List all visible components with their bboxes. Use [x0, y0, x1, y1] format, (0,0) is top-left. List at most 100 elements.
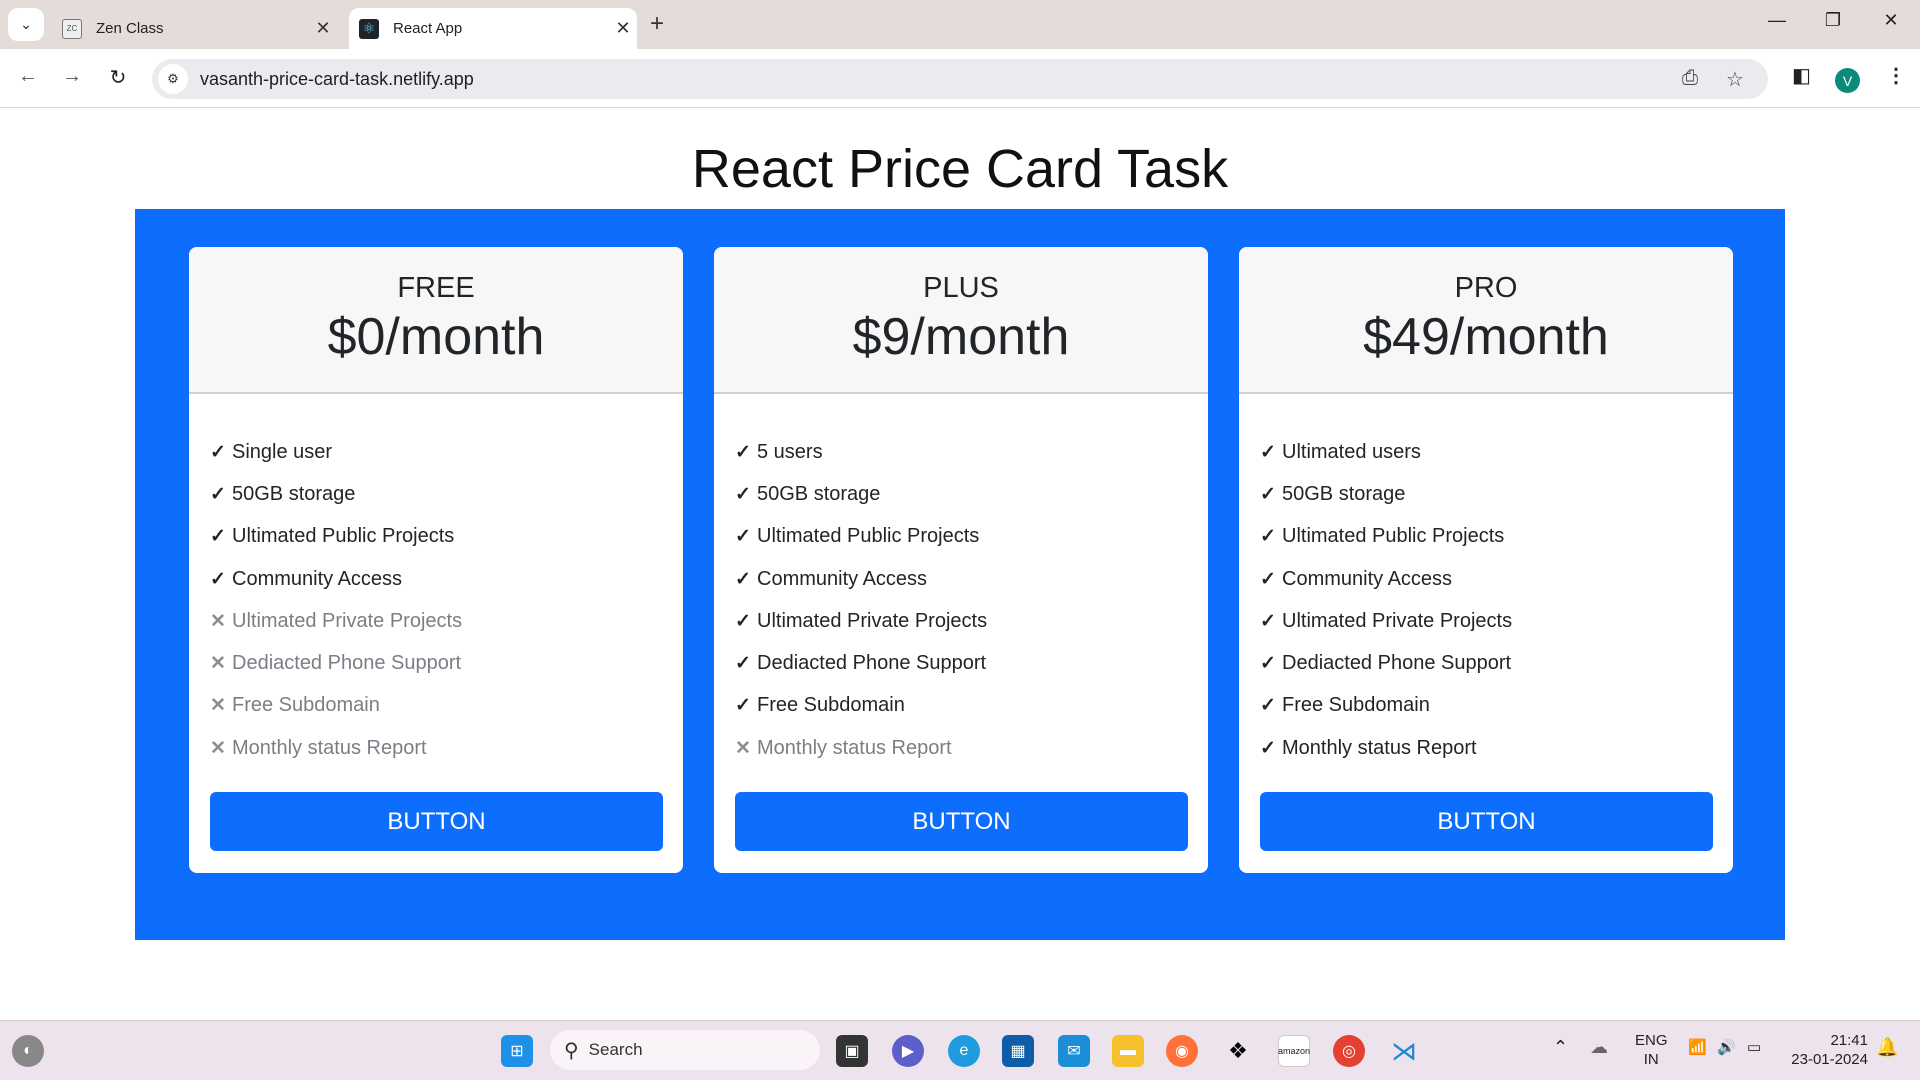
search-icon: ⚲ [564, 1039, 579, 1062]
plan-price: $0/month [327, 308, 545, 366]
feature-text: 50GB storage [232, 482, 356, 505]
reload-icon[interactable]: ↻ [103, 65, 133, 90]
wifi-icon[interactable]: 📶 [1688, 1038, 1707, 1056]
feature-item: ✓ Free Subdomain [735, 685, 1208, 727]
cross-icon: ✕ [210, 737, 226, 759]
widgets-icon[interactable]: ◐ [12, 1035, 44, 1067]
site-settings-icon[interactable]: ⚙ [158, 64, 188, 94]
back-icon[interactable]: ← [13, 65, 43, 88]
edge-icon[interactable]: e [948, 1035, 980, 1067]
close-tab-icon[interactable]: ✕ [609, 18, 637, 39]
check-icon: ✓ [210, 526, 226, 548]
show-hidden-icons-icon[interactable]: ⌃ [1553, 1037, 1568, 1058]
task-view-icon[interactable]: ▣ [836, 1035, 868, 1067]
check-icon: ✓ [735, 526, 751, 548]
cross-icon: ✕ [210, 610, 226, 632]
chrome-icon[interactable]: ◎ [1333, 1035, 1365, 1067]
feature-list: ✓ Single user ✓ 50GB storage ✓ Ultimated… [189, 394, 683, 769]
tab-zen-class[interactable]: ZC Zen Class ✕ [52, 8, 337, 49]
feature-item: ✓ Community Access [1260, 558, 1733, 600]
card-header: FREE $0/month [189, 247, 683, 394]
check-icon: ✓ [1260, 653, 1276, 675]
feature-text: Ultimated Public Projects [757, 525, 980, 548]
close-window-icon[interactable]: ✕ [1876, 10, 1906, 31]
dropbox-icon[interactable]: ❖ [1222, 1035, 1254, 1067]
feature-item: ✓ Ultimated Public Projects [1260, 516, 1733, 558]
feature-item: ✓ 50GB storage [1260, 473, 1733, 515]
feature-item: ✓ Monthly status Report [1260, 727, 1733, 769]
tab-react-app[interactable]: ⚛ React App ✕ [349, 8, 637, 49]
browser-toolbar: ← → ↻ ⚙ vasanth-price-card-task.netlify.… [0, 49, 1920, 108]
feature-item: ✓ Community Access [735, 558, 1208, 600]
amazon-icon[interactable]: amazon [1278, 1035, 1310, 1067]
feature-item: ✓ 50GB storage [210, 473, 683, 515]
address-bar[interactable]: ⚙ vasanth-price-card-task.netlify.app ⎙ … [152, 59, 1768, 99]
clock[interactable]: 21:41 23-01-2024 [1784, 1031, 1868, 1069]
feature-list: ✓ 5 users ✓ 50GB storage ✓ Ultimated Pub… [714, 394, 1208, 769]
price-card-plus: PLUS $9/month ✓ 5 users ✓ 50GB storage ✓… [714, 247, 1208, 873]
feature-text: Ultimated Private Projects [1282, 609, 1513, 632]
feature-item: ✕ Dediacted Phone Support [210, 642, 683, 684]
firefox-icon[interactable]: ◉ [1166, 1035, 1198, 1067]
feature-item: ✓ Ultimated Private Projects [735, 600, 1208, 642]
taskbar-search[interactable]: ⚲ Search [550, 1030, 820, 1070]
close-tab-icon[interactable]: ✕ [309, 18, 337, 39]
feature-text: Ultimated Public Projects [232, 525, 455, 548]
profile-avatar[interactable]: V [1835, 68, 1860, 93]
feature-list: ✓ Ultimated users ✓ 50GB storage ✓ Ultim… [1239, 394, 1733, 769]
plan-button[interactable]: BUTTON [735, 792, 1188, 851]
feature-text: 50GB storage [757, 482, 881, 505]
check-icon: ✓ [210, 483, 226, 505]
feature-item: ✓ Dediacted Phone Support [1260, 642, 1733, 684]
check-icon: ✓ [735, 653, 751, 675]
volume-icon[interactable]: 🔊 [1717, 1038, 1736, 1056]
plan-name: PRO [1454, 272, 1518, 304]
battery-icon[interactable]: ▭ [1747, 1038, 1761, 1056]
feature-text: Free Subdomain [757, 694, 905, 717]
onedrive-icon[interactable]: ☁ [1590, 1037, 1608, 1058]
menu-icon[interactable]: ⋮ [1886, 63, 1906, 88]
react-icon: ⚛ [359, 18, 379, 39]
feature-item: ✕ Free Subdomain [210, 685, 683, 727]
language-indicator[interactable]: ENG IN [1635, 1031, 1668, 1069]
side-panel-icon[interactable]: ◧ [1792, 63, 1811, 88]
feature-item: ✕ Ultimated Private Projects [210, 600, 683, 642]
url-text[interactable]: vasanth-price-card-task.netlify.app [200, 69, 474, 90]
tab-search-button[interactable]: ⌄ [8, 8, 44, 41]
feature-text: Community Access [232, 567, 403, 590]
plan-price: $9/month [852, 308, 1070, 366]
windows-start-icon[interactable]: ⊞ [501, 1035, 533, 1067]
feature-text: Ultimated users [1282, 440, 1421, 463]
feature-text: Community Access [1282, 567, 1453, 590]
tab-title: Zen Class [96, 20, 164, 37]
feature-text: 50GB storage [1282, 482, 1406, 505]
bookmark-star-icon[interactable]: ☆ [1726, 67, 1744, 92]
notification-bell-icon[interactable]: 🔔 [1876, 1037, 1898, 1058]
price-card-free: FREE $0/month ✓ Single user ✓ 50GB stora… [189, 247, 683, 873]
forward-icon[interactable]: → [57, 65, 87, 88]
feature-item: ✓ Ultimated Private Projects [1260, 600, 1733, 642]
plan-button[interactable]: BUTTON [1260, 792, 1713, 851]
check-icon: ✓ [1260, 526, 1276, 548]
mail-icon[interactable]: ✉ [1058, 1035, 1090, 1067]
feature-text: Free Subdomain [1282, 694, 1430, 717]
feature-text: 5 users [757, 440, 823, 463]
check-icon: ✓ [1260, 568, 1276, 590]
install-app-icon[interactable]: ⎙ [1682, 67, 1698, 90]
chevron-down-icon: ⌄ [20, 16, 32, 32]
feature-item: ✓ 5 users [735, 431, 1208, 473]
plan-button[interactable]: BUTTON [210, 792, 663, 851]
feature-item: ✓ Ultimated users [1260, 431, 1733, 473]
vscode-icon[interactable]: ⋊ [1388, 1035, 1420, 1067]
microsoft-store-icon[interactable]: ▦ [1002, 1035, 1034, 1067]
file-explorer-icon[interactable]: ▬ [1112, 1035, 1144, 1067]
card-header: PRO $49/month [1239, 247, 1733, 394]
plan-name: PLUS [923, 272, 999, 304]
feature-item: ✓ Ultimated Public Projects [735, 516, 1208, 558]
teams-chat-icon[interactable]: ▶ [892, 1035, 924, 1067]
restore-icon[interactable]: ❐ [1818, 10, 1848, 31]
check-icon: ✓ [735, 610, 751, 632]
price-card-pro: PRO $49/month ✓ Ultimated users ✓ 50GB s… [1239, 247, 1733, 873]
minimize-icon[interactable]: — [1762, 10, 1792, 31]
new-tab-icon[interactable]: + [650, 10, 664, 38]
